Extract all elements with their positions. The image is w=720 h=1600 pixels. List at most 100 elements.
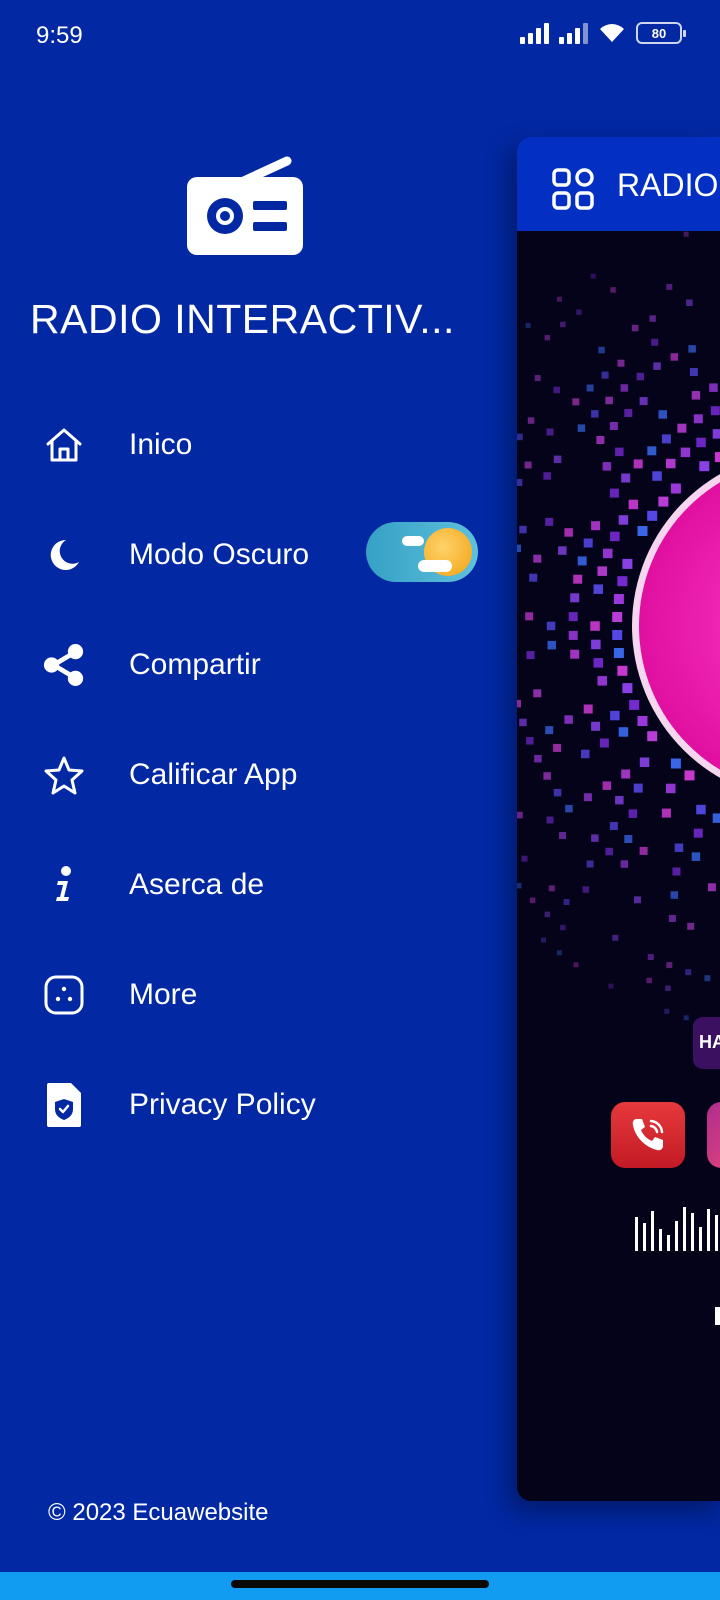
visualizer-square <box>581 749 590 759</box>
visualizer-square <box>598 346 605 354</box>
visualizer-square <box>519 525 527 534</box>
visualizer-square <box>544 911 551 918</box>
visualizer-square <box>649 315 656 322</box>
visualizer-square <box>534 375 541 382</box>
visualizer-square <box>591 639 601 650</box>
visualizer-square <box>710 406 720 416</box>
visualizer-square <box>570 649 580 659</box>
visualizer-square <box>570 593 580 603</box>
menu-item-compartir[interactable]: Compartir <box>0 610 490 720</box>
visualizer-square <box>666 283 673 290</box>
dark-mode-toggle[interactable] <box>366 522 478 582</box>
visualizer-square <box>615 447 624 457</box>
visualizer-square <box>612 612 623 622</box>
visualizer-square <box>621 769 631 779</box>
visualizer-square <box>610 531 620 542</box>
visualizer-square <box>639 397 648 406</box>
visualizer-square <box>639 846 648 855</box>
drawer-menu: Inico Modo Oscuro Compartir Calificar Ap… <box>0 390 490 1160</box>
visualizer-square <box>564 715 573 724</box>
visualizer-square <box>612 630 623 640</box>
wave-bar <box>683 1207 686 1251</box>
visualizer-square <box>556 296 562 302</box>
wave-bar <box>667 1235 670 1251</box>
visualizer-square <box>596 436 605 444</box>
visualizer-square <box>688 345 696 353</box>
menu-item-more[interactable]: More <box>0 940 490 1050</box>
visualizer-square <box>553 788 562 797</box>
visualizer-square <box>670 353 679 361</box>
more-apps-icon <box>42 973 86 1017</box>
visualizer-square <box>624 409 633 417</box>
gesture-handle[interactable] <box>231 1580 489 1588</box>
menu-item-calificar-app[interactable]: Calificar App <box>0 720 490 830</box>
wave-bar <box>699 1227 702 1251</box>
visualizer-square <box>609 822 618 830</box>
visualizer-square <box>637 526 648 536</box>
visualizer-square <box>693 414 703 424</box>
visualizer-square <box>612 934 619 941</box>
menu-label-modo-oscuro: Modo Oscuro <box>129 538 310 571</box>
visualizer-square <box>709 383 718 392</box>
visualizer-square <box>699 461 710 472</box>
visualizer-square <box>661 808 671 818</box>
grid-menu-icon[interactable] <box>551 167 595 211</box>
visualizer-square <box>517 811 523 819</box>
visualizer-square <box>658 410 667 419</box>
visualizer-square <box>541 937 546 943</box>
visualizer-square <box>704 975 711 982</box>
visualizer-square <box>565 804 573 813</box>
menu-item-inico[interactable]: Inico <box>0 390 490 500</box>
visualizer-square <box>526 651 535 660</box>
visualizer-square <box>590 621 600 631</box>
visualizer-square <box>637 716 648 726</box>
signal-icon-2 <box>559 22 588 44</box>
visualizer-square <box>691 391 701 400</box>
visualizer-square <box>577 424 586 432</box>
visualizer-square <box>670 891 679 899</box>
menu-item-modo-oscuro[interactable]: Modo Oscuro <box>0 500 490 610</box>
visualizer-square <box>568 630 578 640</box>
visualizer-square <box>547 640 556 650</box>
wave-bar <box>659 1229 662 1251</box>
visualizer-square <box>548 885 555 892</box>
visualizer-square <box>576 309 582 315</box>
menu-item-aserca-de[interactable]: Aserca de <box>0 830 490 940</box>
visualizer-square <box>529 573 538 582</box>
visualizer-square <box>712 429 720 439</box>
visualizer-square <box>590 273 596 279</box>
status-time: 9:59 <box>36 22 83 49</box>
menu-item-privacy-policy[interactable]: Privacy Policy <box>0 1050 490 1160</box>
star-icon <box>42 753 86 797</box>
visualizer-square <box>618 515 629 525</box>
visualizer-square <box>543 772 551 780</box>
visualizer-square <box>608 983 614 989</box>
visualizer-square <box>602 462 612 471</box>
visualizer-square <box>670 758 681 769</box>
visualizer-square <box>591 834 599 842</box>
moon-icon <box>42 533 86 577</box>
visualizer-square <box>633 459 643 469</box>
visualizer-square <box>653 362 661 370</box>
main-content-peek[interactable]: RADIO HA <box>517 137 720 1501</box>
info-icon <box>42 863 86 907</box>
visualizer-square <box>685 969 692 976</box>
visualizer-square <box>533 689 542 698</box>
menu-label-calificar-app: Calificar App <box>129 758 298 791</box>
visualizer-square <box>553 743 562 752</box>
visualizer-square <box>525 612 534 621</box>
visualizer-square <box>617 665 628 676</box>
visualizer-square <box>628 499 639 510</box>
visualizer-square <box>544 334 551 341</box>
visualizer-square <box>647 446 657 456</box>
visualizer-square <box>560 924 566 931</box>
visualizer-square <box>593 658 603 668</box>
visualizer-square <box>602 781 612 790</box>
visualizer-square <box>672 867 681 876</box>
wave-bar <box>643 1223 646 1251</box>
instagram-button[interactable] <box>707 1102 720 1168</box>
call-button[interactable] <box>611 1102 685 1168</box>
visualizer-square <box>525 322 531 328</box>
visualizer-square <box>664 1008 670 1014</box>
visualizer-square <box>599 738 609 748</box>
